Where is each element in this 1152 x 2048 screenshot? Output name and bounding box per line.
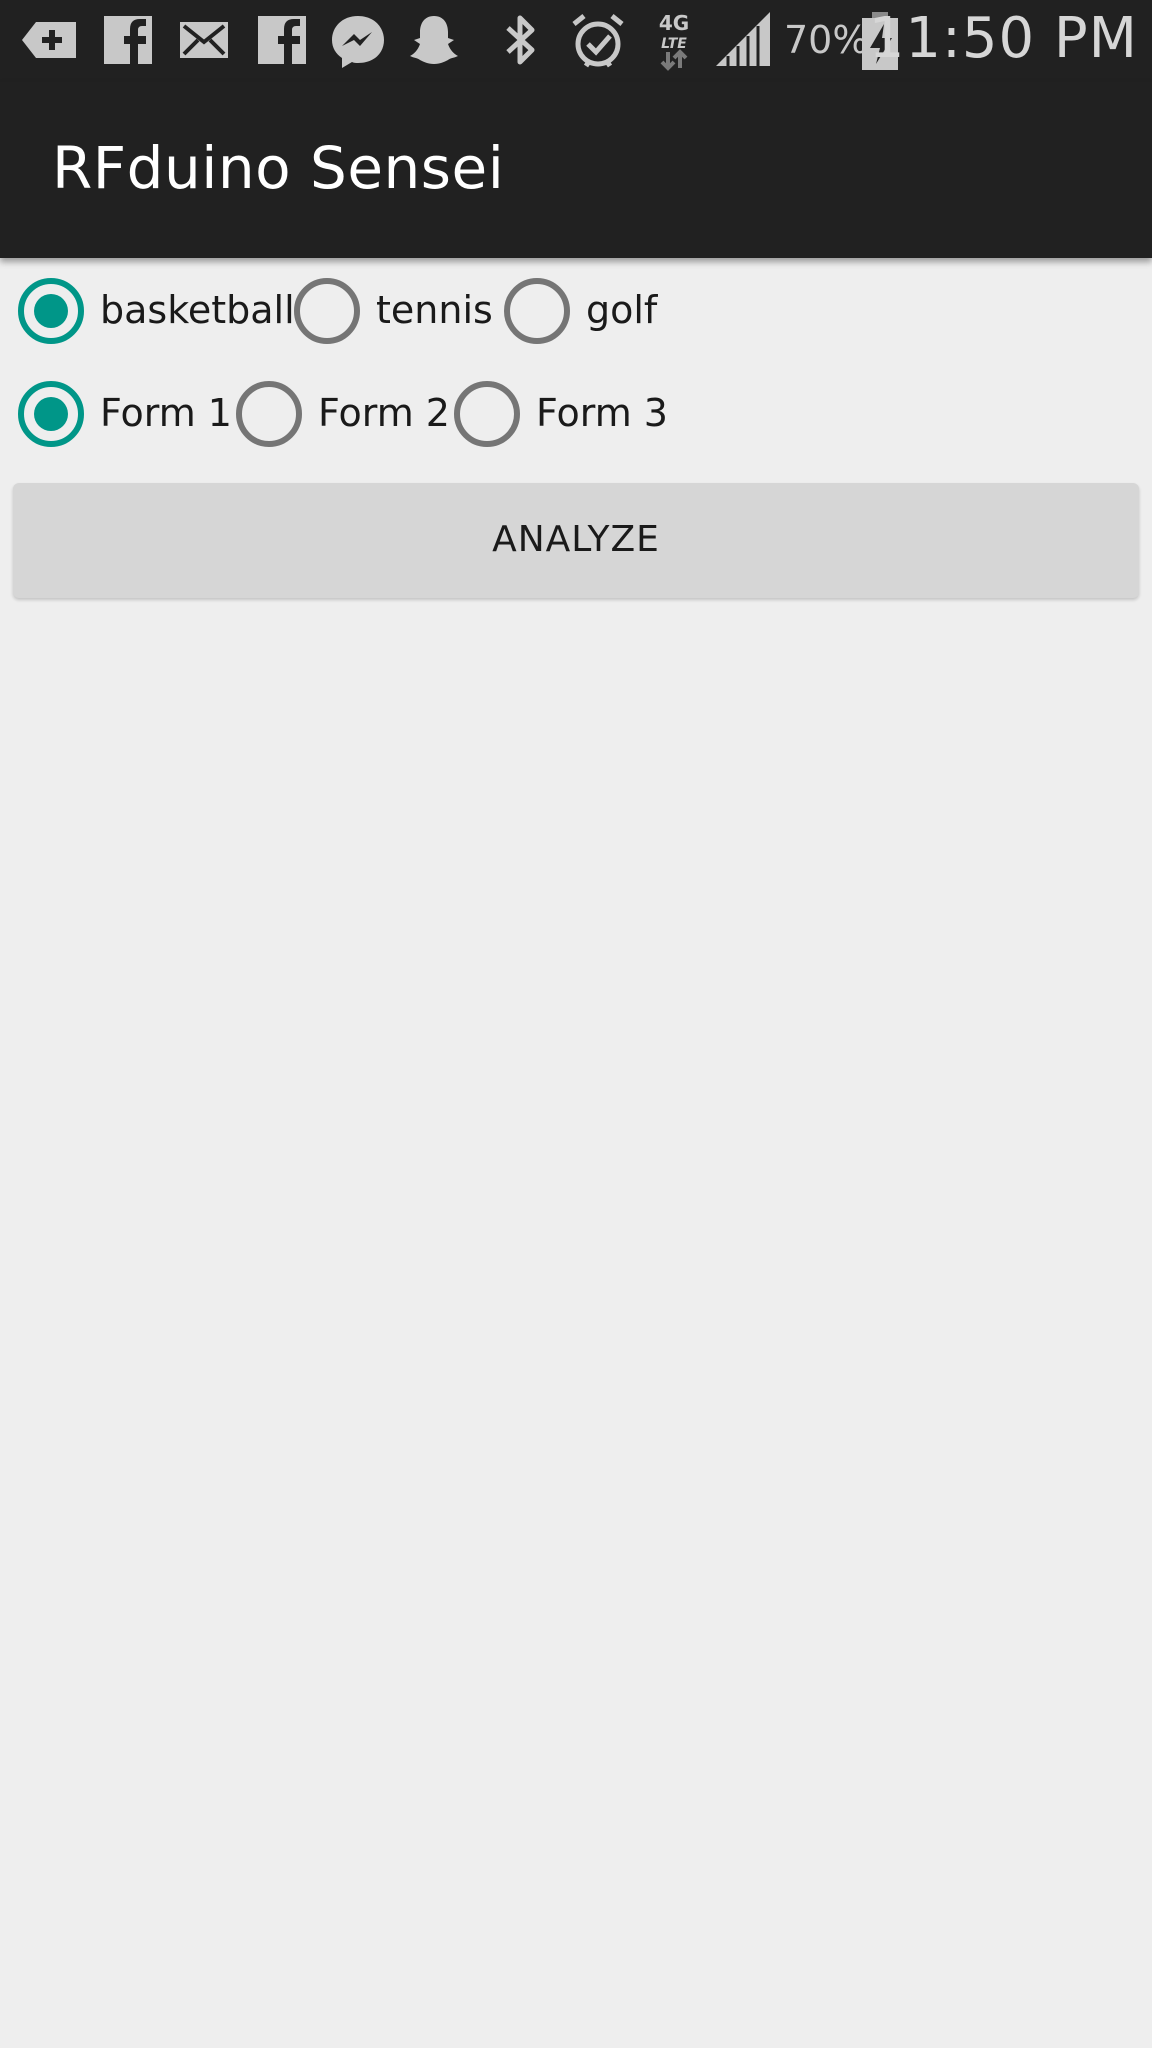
radio-label: basketball [100, 288, 295, 332]
radio-button-unchecked[interactable] [454, 381, 520, 447]
svg-text:4G: 4G [659, 11, 689, 35]
radio-button-unchecked[interactable] [236, 381, 302, 447]
analyze-button[interactable]: ANALYZE [13, 483, 1139, 598]
app-toolbar: RFduino Sensei [0, 82, 1152, 258]
app-screen: 4G LTE 70% 11:50 PM RFduino Sensei baske… [0, 0, 1152, 2048]
radio-button-checked[interactable] [18, 278, 84, 344]
form-radio-group: Form 1 Form 2 Form 3 [0, 369, 1152, 459]
messenger-icon [326, 8, 390, 72]
clock: 11:50 PM [868, 6, 1138, 71]
radio-button-unchecked[interactable] [504, 278, 570, 344]
facebook-icon [96, 8, 160, 72]
status-bar: 4G LTE 70% 11:50 PM [0, 0, 1152, 82]
svg-text:LTE: LTE [661, 36, 687, 52]
snapchat-icon [402, 8, 466, 72]
email-icon [172, 8, 236, 72]
facebook-icon [250, 8, 314, 72]
back-plus-icon [18, 8, 82, 72]
bluetooth-icon [488, 8, 552, 72]
app-title: RFduino Sensei [52, 134, 505, 202]
analyze-button-label: ANALYZE [492, 519, 660, 560]
radio-button-unchecked[interactable] [294, 278, 360, 344]
radio-button-checked[interactable] [18, 381, 84, 447]
sport-radio-group: basketball tennis golf [0, 266, 1152, 356]
radio-label: golf [586, 288, 658, 332]
signal-icon [712, 8, 776, 72]
radio-label: Form 2 [318, 391, 450, 435]
radio-label: Form 1 [100, 391, 232, 435]
radio-label: tennis [376, 288, 493, 332]
alarm-icon [566, 8, 630, 72]
4g-lte-icon: 4G LTE [642, 8, 706, 72]
radio-label: Form 3 [536, 391, 668, 435]
